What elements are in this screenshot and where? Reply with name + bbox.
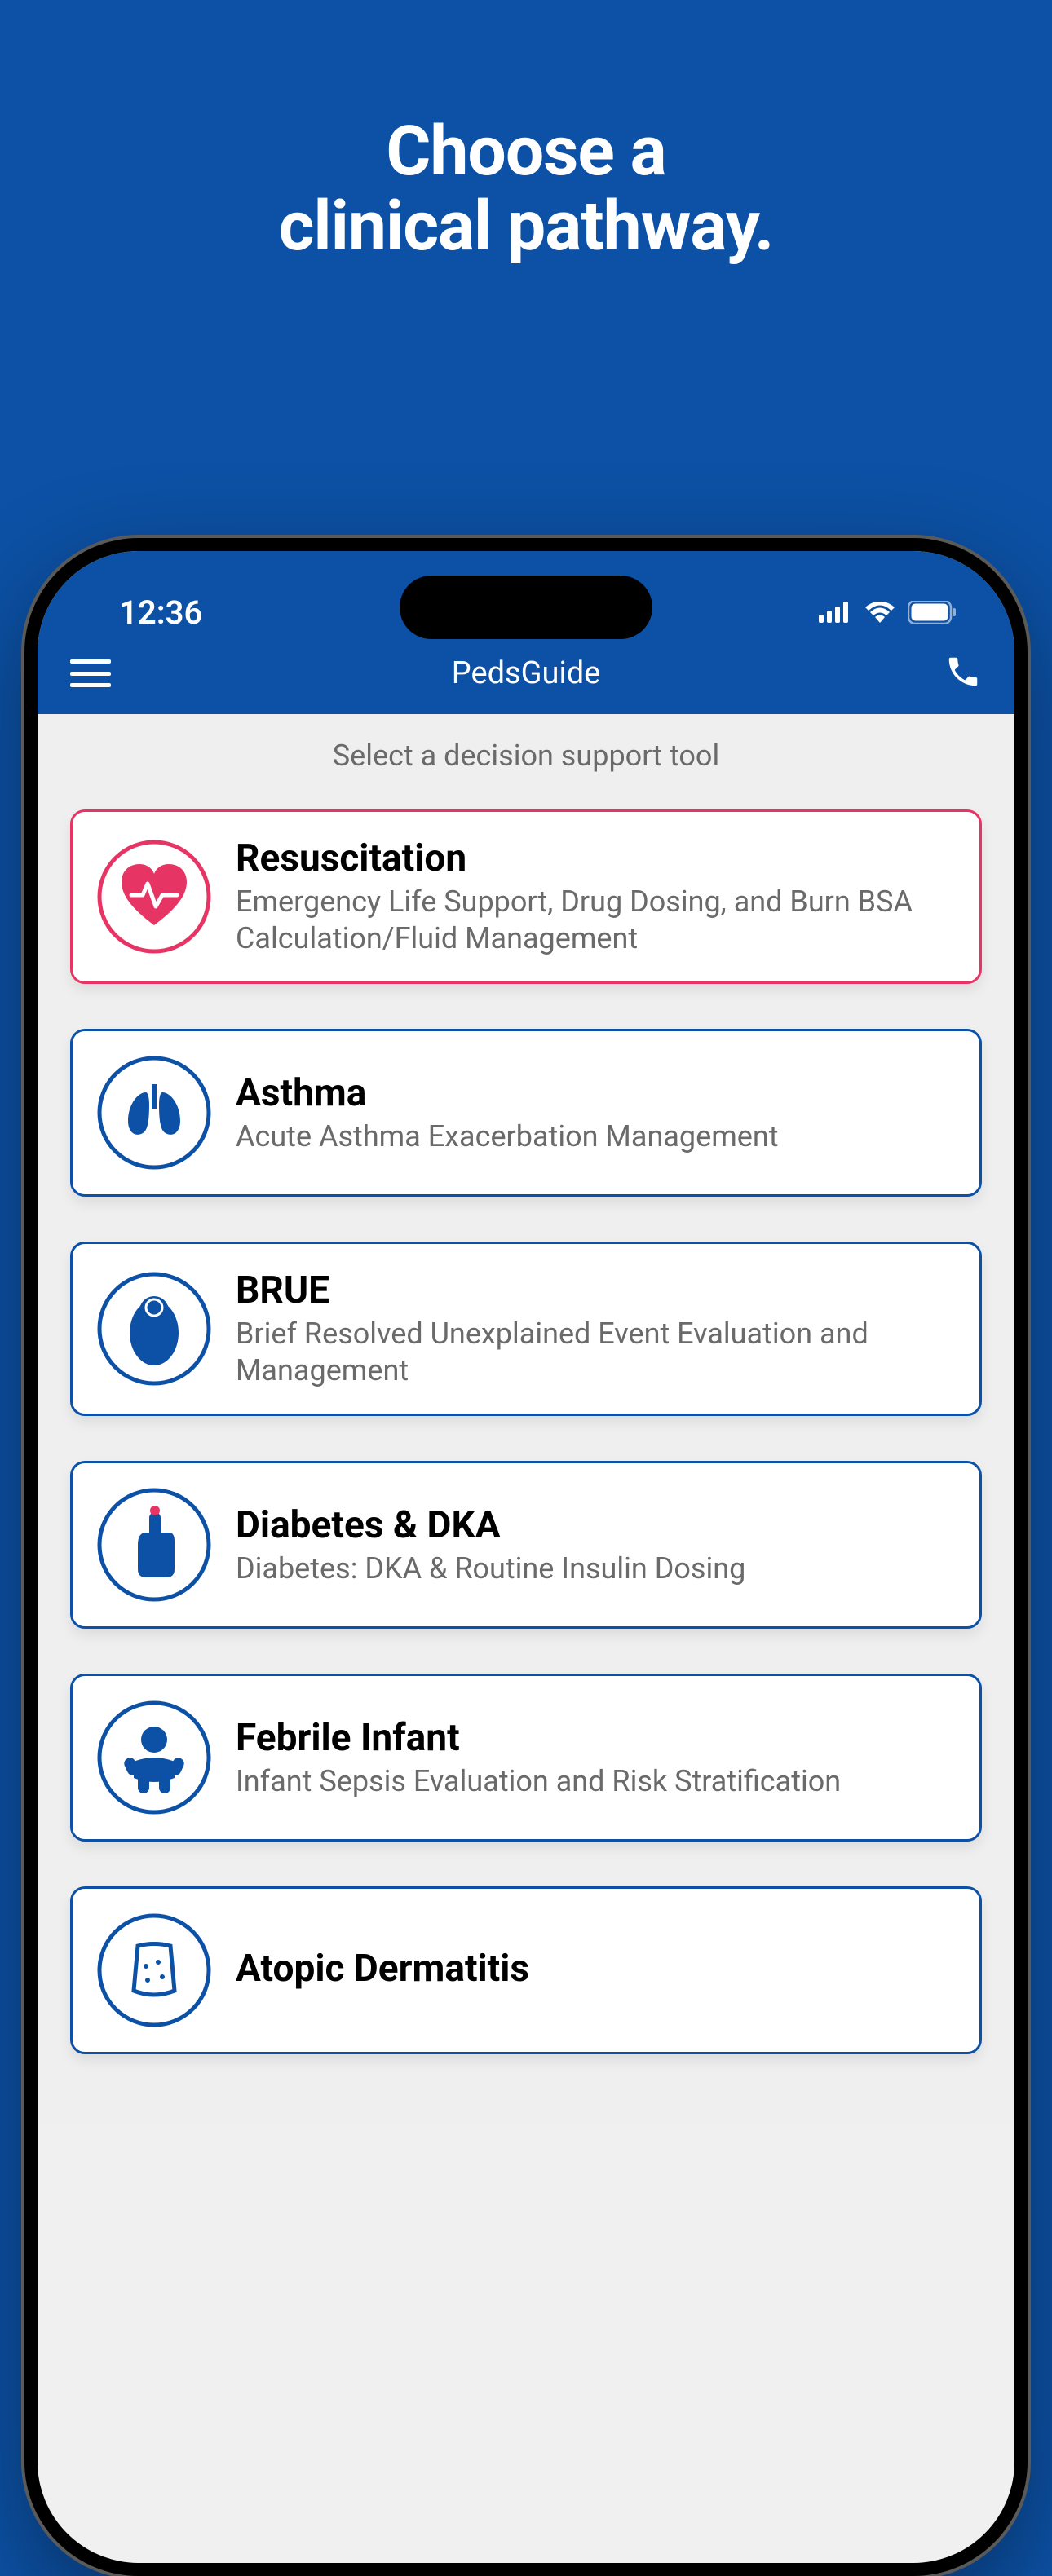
dynamic-island xyxy=(400,576,652,639)
card-desc: Acute Asthma Exacerbation Management xyxy=(236,1118,955,1155)
card-title: Atopic Dermatitis xyxy=(236,1947,955,1991)
phone-frame: 12:36 PedsGuide Sel xyxy=(24,538,1028,2576)
card-atopic-dermatitis[interactable]: Atopic Dermatitis xyxy=(70,1886,982,2054)
heart-icon xyxy=(97,840,211,954)
lungs-icon xyxy=(97,1056,211,1170)
card-title: Febrile Infant xyxy=(236,1716,955,1760)
card-brue[interactable]: BRUE Brief Resolved Unexplained Event Ev… xyxy=(70,1242,982,1416)
promo-line-2: clinical pathway. xyxy=(0,189,1052,264)
card-desc: Infant Sepsis Evaluation and Risk Strati… xyxy=(236,1763,955,1800)
card-resuscitation[interactable]: Resuscitation Emergency Life Support, Dr… xyxy=(70,809,982,984)
wifi-icon xyxy=(864,602,895,623)
battery-icon xyxy=(908,601,957,624)
card-title: Asthma xyxy=(236,1071,955,1115)
swaddle-icon xyxy=(97,1272,211,1386)
phone-button[interactable] xyxy=(944,653,982,694)
status-icons xyxy=(819,601,957,624)
skin-icon xyxy=(97,1913,211,2027)
card-desc: Brief Resolved Unexplained Event Evaluat… xyxy=(236,1316,955,1389)
nav-bar: PedsGuide xyxy=(38,633,1014,714)
promo-line-1: Choose a xyxy=(0,114,1052,189)
card-title: Diabetes & DKA xyxy=(236,1503,955,1547)
signal-icon xyxy=(819,602,851,623)
card-desc: Diabetes: DKA & Routine Insulin Dosing xyxy=(236,1550,955,1587)
card-diabetes[interactable]: Diabetes & DKA Diabetes: DKA & Routine I… xyxy=(70,1461,982,1629)
baby-icon xyxy=(97,1700,211,1815)
status-time: 12:36 xyxy=(119,593,202,632)
app-title: PedsGuide xyxy=(452,655,601,691)
card-febrile-infant[interactable]: Febrile Infant Infant Sepsis Evaluation … xyxy=(70,1674,982,1842)
promo-heading: Choose a clinical pathway. xyxy=(0,0,1052,265)
phone-screen: 12:36 PedsGuide Sel xyxy=(38,551,1014,2563)
card-title: BRUE xyxy=(236,1268,955,1312)
card-title: Resuscitation xyxy=(236,836,955,880)
menu-button[interactable] xyxy=(70,659,111,687)
card-asthma[interactable]: Asthma Acute Asthma Exacerbation Managem… xyxy=(70,1029,982,1197)
prompt-text: Select a decision support tool xyxy=(70,739,982,773)
hand-icon xyxy=(97,1488,211,1602)
content-area: Select a decision support tool Resuscita… xyxy=(38,714,1014,2124)
card-desc: Emergency Life Support, Drug Dosing, and… xyxy=(236,884,955,957)
